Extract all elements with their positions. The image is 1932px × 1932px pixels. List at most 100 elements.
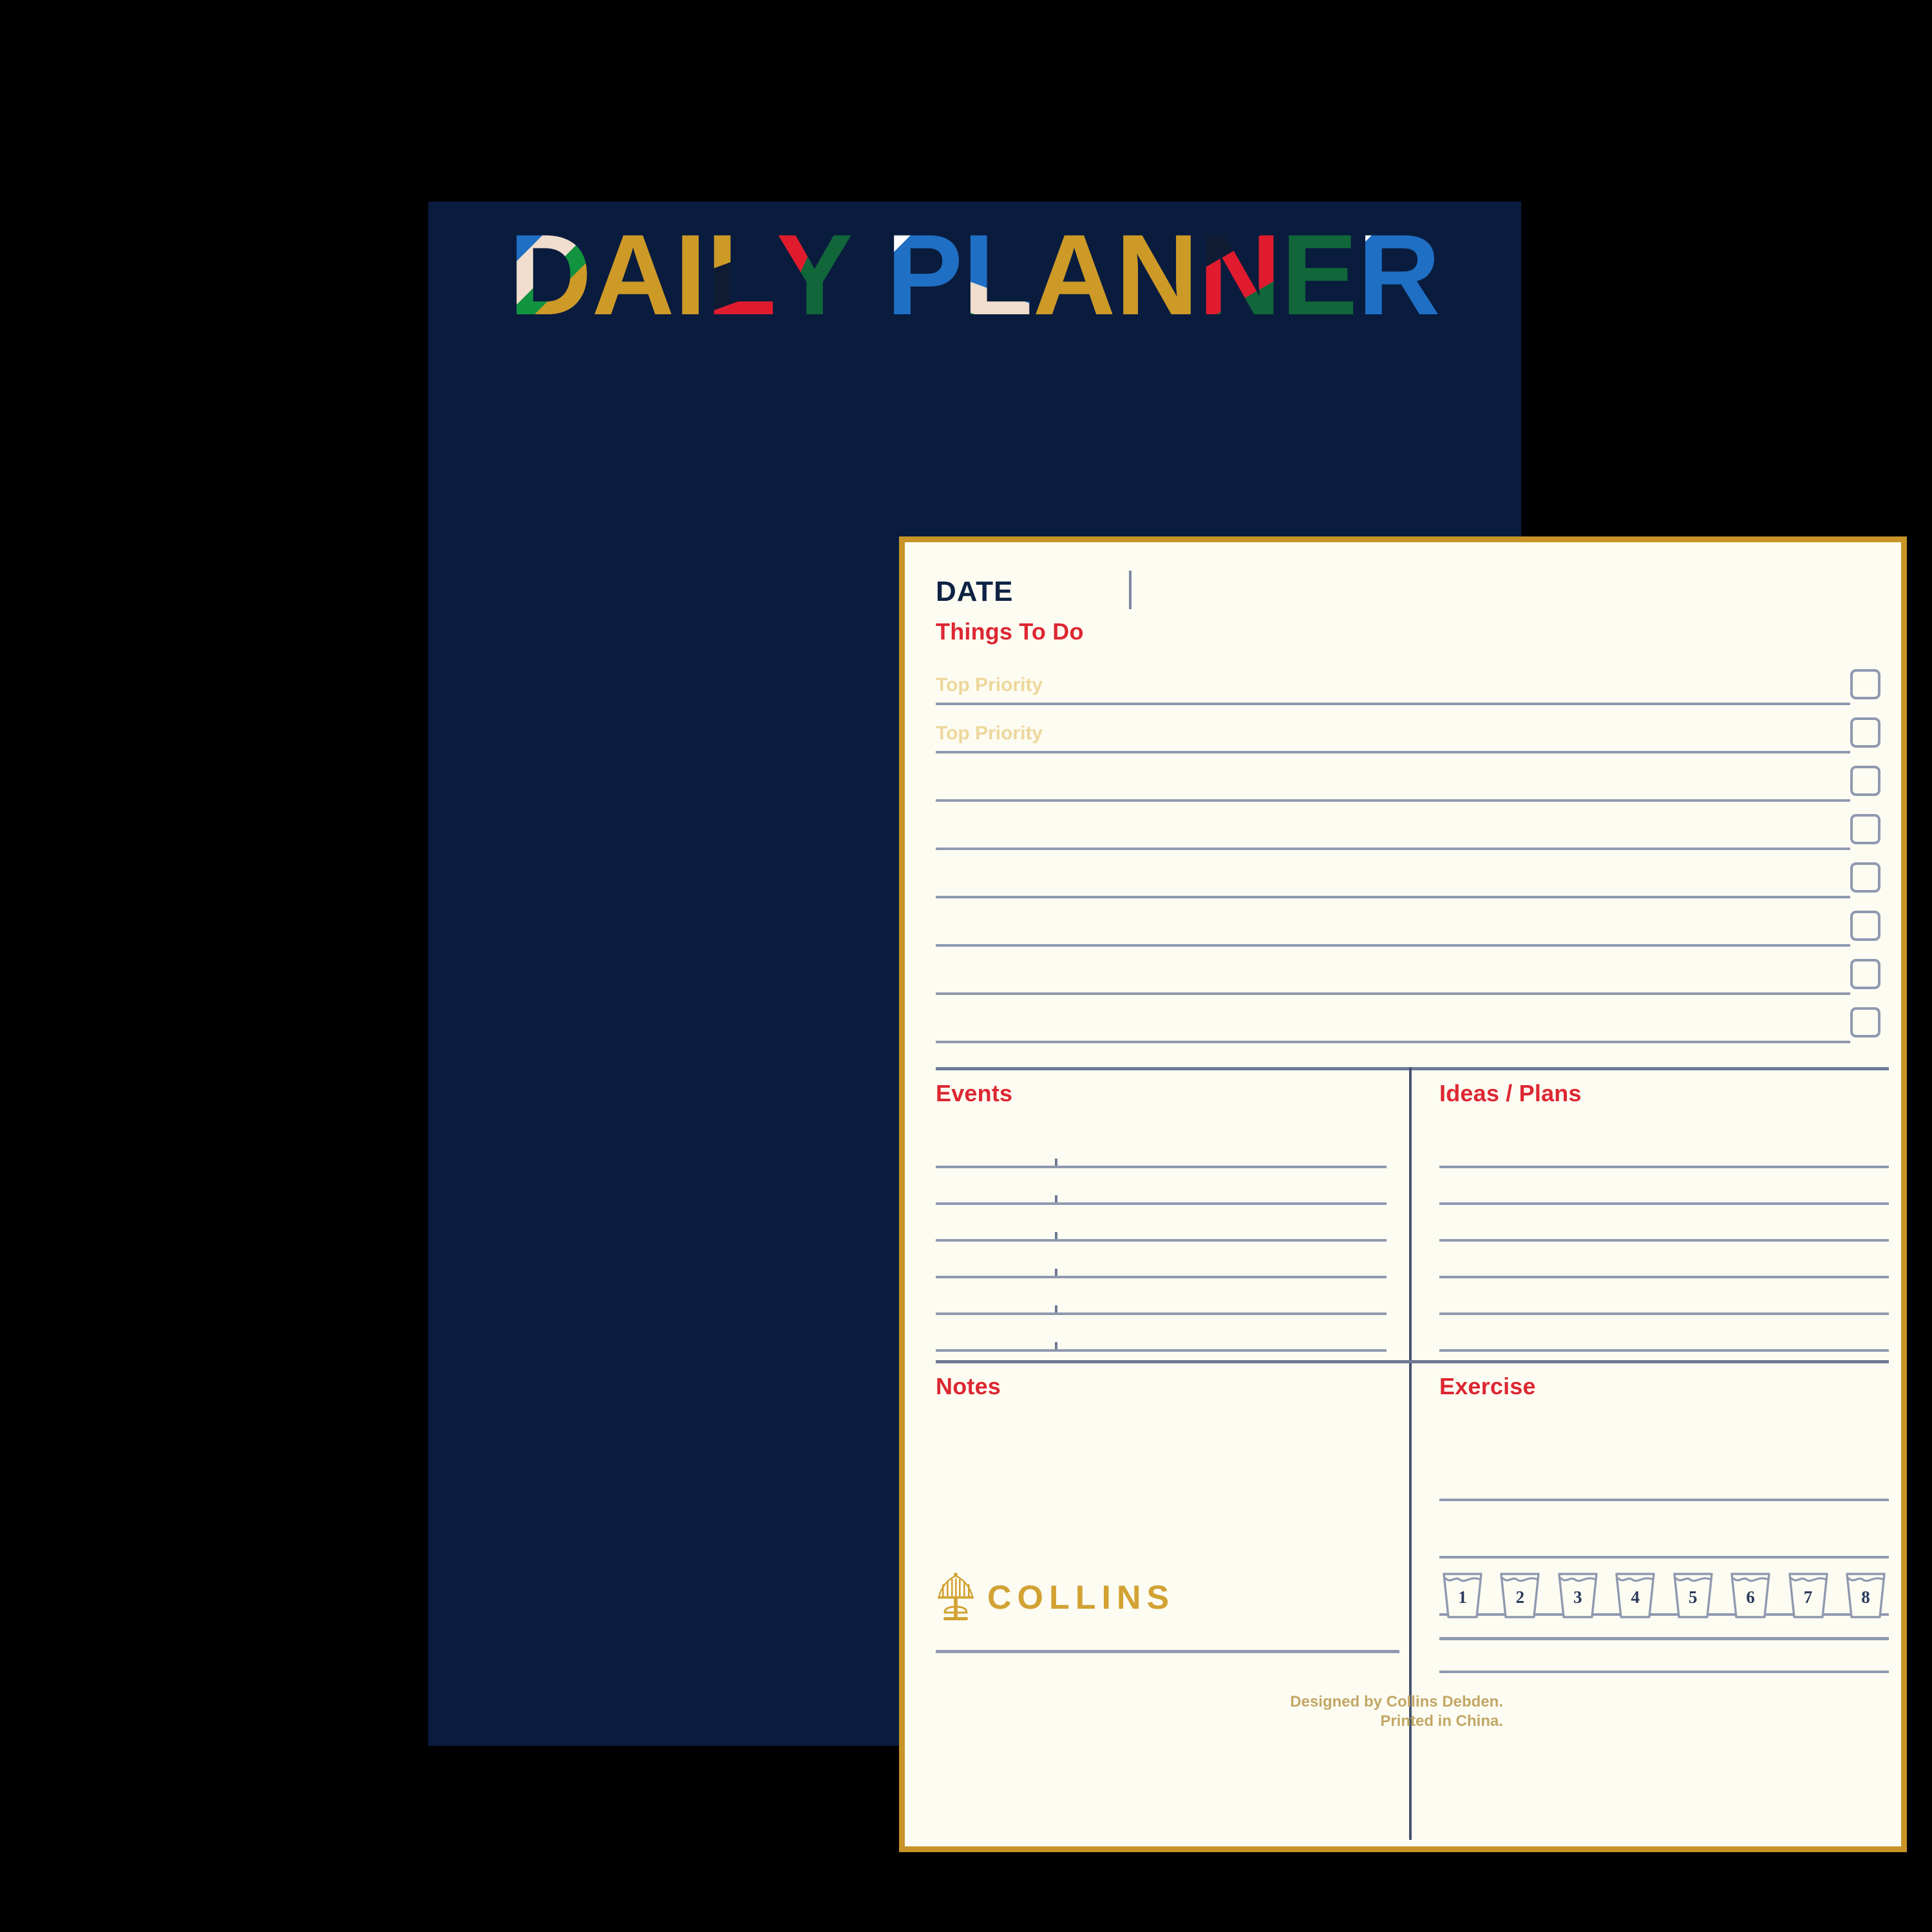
events-slot [936,1315,1399,1352]
ideas-line[interactable] [1439,1239,1889,1242]
exercise-line[interactable] [1439,1499,1889,1501]
ideas-slot [1439,1242,1889,1278]
todo-placeholder: Top Priority [936,674,1043,696]
exercise-slot [1439,1501,1889,1558]
exercise-line[interactable] [1439,1671,1889,1673]
events-slot [936,1205,1399,1242]
water-glass-number: 5 [1688,1587,1698,1607]
water-glass-number: 3 [1573,1587,1582,1607]
todo-write-line[interactable] [936,1041,1850,1043]
exercise-slot [1439,1444,1889,1501]
footer-credits: Designed by Collins Debden. Printed in C… [1290,1692,1503,1732]
water-glass-icon[interactable]: 7 [1785,1571,1832,1621]
planner-navy-panel: DAILYPLANNER DATE Things To Do Top Prior… [428,202,1907,1852]
time-tick-mark [1055,1305,1057,1312]
exercise-heading: Exercise [1439,1373,1536,1399]
todo-placeholder: Top Priority [936,723,1043,744]
title-letter-daily-2: I [674,211,706,339]
title-letter-planner-1: L [963,211,1033,339]
events-slot [936,1242,1399,1278]
events-slot [936,1168,1399,1205]
things-to-do-list: Top Priority Top Priority [936,657,1887,1043]
water-glass-icon[interactable]: 8 [1842,1571,1889,1621]
title-letter-daily-4: Y [776,211,853,339]
todo-checkbox[interactable] [1850,766,1880,796]
todo-checkbox[interactable] [1850,959,1880,989]
ideas-slot [1439,1315,1889,1352]
title-letter-planner-3: N [1115,211,1198,339]
events-lines [936,1132,1399,1352]
todo-checkbox[interactable] [1850,717,1880,748]
events-line[interactable] [936,1269,1387,1278]
notes-bottom-rule [936,1650,1399,1653]
water-glass-number: 6 [1746,1587,1755,1607]
events-line[interactable] [936,1305,1387,1315]
todo-row: Top Priority [936,705,1887,753]
water-glass-icon[interactable]: 5 [1670,1571,1716,1621]
time-tick-mark [1055,1232,1057,1239]
date-input[interactable] [1142,571,1844,609]
date-label: DATE [936,576,1014,607]
events-slot [936,1132,1399,1168]
water-glass-icon[interactable]: 4 [1612,1571,1658,1621]
todo-row [936,947,1887,995]
section-separator-top [936,1067,1889,1070]
page-title: DAILYPLANNER [428,218,1521,332]
title-letter-daily-3: L [706,211,777,339]
events-slot [936,1278,1399,1315]
ideas-line[interactable] [1439,1312,1889,1315]
water-glass-icon[interactable]: 2 [1497,1571,1543,1621]
ideas-line[interactable] [1439,1166,1889,1168]
todo-checkbox[interactable] [1850,814,1880,844]
events-line[interactable] [936,1195,1387,1205]
todo-row [936,753,1887,802]
events-line[interactable] [936,1342,1387,1352]
todo-checkbox[interactable] [1850,1007,1880,1037]
ideas-slot [1439,1132,1889,1168]
water-glass-icon[interactable]: 1 [1439,1571,1486,1621]
section-separator-middle [936,1360,1889,1363]
ideas-plans-section: Ideas / Plans [1439,1080,1889,1352]
todo-row [936,802,1887,850]
todo-checkbox[interactable] [1850,862,1880,893]
ideas-slot [1439,1278,1889,1315]
todo-checkbox[interactable] [1850,669,1880,699]
events-line[interactable] [936,1159,1387,1168]
exercise-line[interactable] [1439,1556,1889,1558]
ideas-plans-heading: Ideas / Plans [1439,1080,1582,1106]
todo-row [936,850,1887,898]
footer-line-printed-in: Printed in China. [1380,1712,1503,1730]
time-tick-mark [1055,1269,1057,1276]
title-letter-planner-6: R [1358,211,1441,339]
notes-heading: Notes [936,1373,1001,1399]
events-heading: Events [936,1080,1013,1106]
collins-logo: COLLINS [936,1571,1175,1624]
todo-checkbox[interactable] [1850,911,1880,941]
title-letter-planner-2: A [1032,211,1116,339]
todo-row: Top Priority [936,657,1887,705]
water-glass-number: 8 [1861,1587,1870,1607]
water-glass-number: 7 [1803,1587,1813,1607]
ideas-plans-lines [1439,1132,1889,1352]
time-tick-mark [1055,1159,1057,1166]
todo-row [936,995,1887,1043]
water-tracker: 1 2 3 4 5 6 7 8 [1439,1563,1889,1621]
ideas-line[interactable] [1439,1202,1889,1205]
date-row: DATE [936,571,1850,618]
events-line[interactable] [936,1232,1387,1242]
title-letter-daily-1: A [591,211,675,339]
things-to-do-heading: Things To Do [936,618,1084,645]
date-divider [1129,571,1132,609]
ideas-line[interactable] [1439,1276,1889,1278]
exercise-slot [1439,1616,1889,1673]
water-glass-number: 2 [1515,1587,1525,1607]
screenshot-stage: DAILYPLANNER DATE Things To Do Top Prior… [0,0,1932,1932]
water-glass-icon[interactable]: 3 [1555,1571,1601,1621]
ideas-slot [1439,1205,1889,1242]
collins-wordmark: COLLINS [987,1579,1175,1616]
title-letter-daily-0: D [509,211,592,339]
ideas-slot [1439,1168,1889,1205]
time-tick-mark [1055,1195,1057,1202]
water-glass-icon[interactable]: 6 [1727,1571,1774,1621]
ideas-line[interactable] [1439,1349,1889,1352]
